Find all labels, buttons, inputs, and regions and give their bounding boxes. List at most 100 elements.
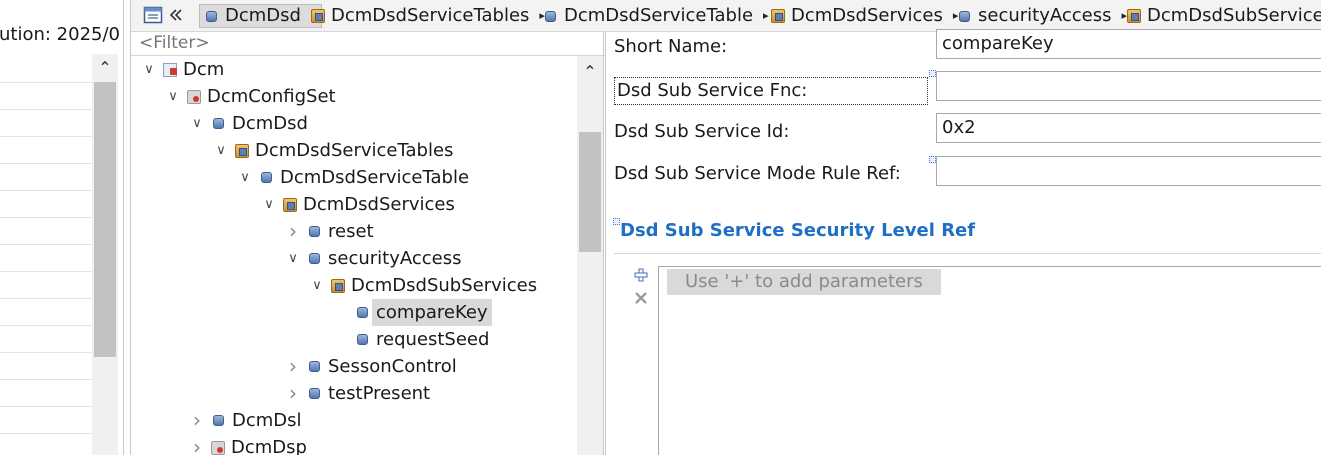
chevron-down-icon[interactable]: ∨ xyxy=(283,245,303,272)
tree-node[interactable]: ∨ DcmConfigSet xyxy=(163,83,336,110)
left-pane-row[interactable] xyxy=(0,110,92,137)
container-folder-icon xyxy=(1127,9,1141,23)
filter-bar xyxy=(131,30,605,56)
chevron-right-icon[interactable]: › xyxy=(283,218,303,245)
tree-node-label: DcmConfigSet xyxy=(207,86,336,107)
element-icon xyxy=(357,307,368,318)
scroll-thumb[interactable] xyxy=(94,82,116,357)
chevron-right-icon[interactable]: › xyxy=(283,353,303,380)
tree-node[interactable]: ∨ Dcm xyxy=(139,56,224,83)
chevron-right-icon[interactable]: › xyxy=(187,434,207,455)
breadcrumb-separator-icon[interactable]: ▸ xyxy=(763,4,769,28)
window-icon[interactable] xyxy=(143,5,163,25)
x-icon[interactable] xyxy=(634,291,648,305)
chevron-down-icon[interactable]: ∨ xyxy=(211,137,231,164)
breadcrumb-item[interactable]: DcmDsdSubServices xyxy=(1125,4,1321,28)
breadcrumb-label: DcmDsd xyxy=(225,5,301,26)
sub-service-fnc-label: Dsd Sub Service Fnc: xyxy=(614,77,928,105)
tree-node-label: SessonControl xyxy=(328,356,457,377)
tree-node[interactable]: › DcmDsl xyxy=(187,407,302,434)
double-chevron-left-icon[interactable] xyxy=(169,7,183,23)
tree-node[interactable]: › SessonControl xyxy=(283,353,457,380)
element-icon xyxy=(357,334,368,345)
tree-node-label: Dcm xyxy=(183,59,225,80)
security-level-ref-list[interactable]: Use '+' to add parameters xyxy=(658,266,1321,455)
tree-node[interactable]: ∨ DcmDsdSubServices xyxy=(307,272,537,299)
container-folder-icon xyxy=(311,9,325,23)
tree-node[interactable]: ∨ DcmDsdServiceTable xyxy=(235,164,469,191)
mode-rule-ref-label: Dsd Sub Service Mode Rule Ref: xyxy=(614,163,901,184)
mode-rule-ref-field[interactable] xyxy=(936,156,1321,186)
element-icon xyxy=(213,118,224,129)
element-icon xyxy=(206,10,217,22)
chevron-down-icon[interactable]: ∨ xyxy=(187,110,207,137)
tree-node[interactable]: › reset xyxy=(283,218,374,245)
plus-icon[interactable] xyxy=(634,268,648,282)
tree-scrollbar[interactable]: ⌃ xyxy=(577,56,603,455)
left-pane-row[interactable] xyxy=(0,245,92,272)
breadcrumb: DcmDsd▸DcmDsdServiceTables▸DcmDsdService… xyxy=(191,0,1321,32)
breadcrumb-item[interactable]: DcmDsdServiceTables ▸ xyxy=(309,4,545,28)
tree-node[interactable]: requestSeed xyxy=(331,326,489,353)
tree-node[interactable]: ∨ DcmDsd xyxy=(187,110,308,137)
sub-service-fnc-field[interactable] xyxy=(936,71,1321,101)
left-pane-row[interactable] xyxy=(0,218,92,245)
chevron-right-icon[interactable]: › xyxy=(187,407,207,434)
chevron-down-icon[interactable]: ∨ xyxy=(259,191,279,218)
chevron-down-icon[interactable]: ∨ xyxy=(139,56,159,83)
short-name-field[interactable]: compareKey xyxy=(936,29,1321,59)
left-pane-row[interactable] xyxy=(0,353,92,380)
breadcrumb-item[interactable]: DcmDsdServices ▸ xyxy=(769,4,958,28)
breadcrumb-item[interactable]: DcmDsdServiceTable ▸ xyxy=(543,4,769,28)
tree-node-label: DcmDsdServiceTable xyxy=(280,167,470,188)
module-icon xyxy=(163,62,177,77)
left-pane-header: ution: 2025/0 xyxy=(0,18,123,52)
left-pane-scrollbar[interactable]: ⌃ xyxy=(92,54,118,455)
tree-node-label: DcmDsp xyxy=(231,437,307,455)
tree-node[interactable]: compareKey xyxy=(331,299,492,326)
left-pane-row[interactable] xyxy=(0,326,92,353)
sub-service-id-label: Dsd Sub Service Id: xyxy=(614,121,790,142)
element-icon xyxy=(959,10,970,22)
breadcrumb-label: DcmDsdServiceTable xyxy=(564,5,754,26)
chevron-down-icon[interactable]: ∨ xyxy=(235,164,255,191)
left-pane-row[interactable] xyxy=(0,56,92,83)
chevron-down-icon[interactable]: ∨ xyxy=(307,272,327,299)
tree-node[interactable]: ∨ DcmDsdServiceTables xyxy=(211,137,453,164)
left-pane-row[interactable] xyxy=(0,407,92,434)
left-pane-row[interactable] xyxy=(0,164,92,191)
element-icon xyxy=(261,172,272,183)
left-pane-row[interactable] xyxy=(0,83,92,110)
scroll-thumb[interactable] xyxy=(579,132,601,252)
left-pane-row[interactable] xyxy=(0,137,92,164)
chevron-down-icon[interactable]: ∨ xyxy=(163,83,183,110)
scroll-up-icon[interactable]: ⌃ xyxy=(92,54,118,80)
scroll-up-icon[interactable]: ⌃ xyxy=(577,58,603,84)
sub-service-id-field[interactable]: 0x2 xyxy=(936,113,1321,143)
tree-node-label: DcmDsdServices xyxy=(303,194,455,215)
left-pane-row[interactable] xyxy=(0,299,92,326)
tree-node[interactable]: › DcmDsp xyxy=(187,434,307,455)
left-pane-row[interactable] xyxy=(0,434,92,455)
left-pane-row[interactable] xyxy=(0,380,92,407)
section-divider xyxy=(614,253,1321,254)
config-element-icon xyxy=(211,440,225,455)
tree-node[interactable]: ∨ securityAccess xyxy=(283,245,462,272)
tree-node[interactable]: › testPresent xyxy=(283,380,430,407)
chevron-right-icon[interactable]: › xyxy=(283,380,303,407)
breadcrumb-item[interactable]: DcmDsd▸ xyxy=(199,4,322,28)
tree-node-label: testPresent xyxy=(328,383,431,404)
tree-node-label: compareKey xyxy=(372,299,492,326)
left-pane-row[interactable] xyxy=(0,272,92,299)
filter-input[interactable] xyxy=(139,32,579,54)
tree-node[interactable]: ∨ DcmDsdServices xyxy=(259,191,455,218)
breadcrumb-item[interactable]: securityAccess ▸ xyxy=(957,4,1127,28)
container-folder-icon xyxy=(771,9,785,23)
tree-node-label: reset xyxy=(328,221,374,242)
left-pane: ution: 2025/0 ⌃ xyxy=(0,0,124,455)
element-icon xyxy=(545,10,556,22)
tree-node-label: securityAccess xyxy=(328,248,462,269)
tree-pane: ∨Dcm∨DcmConfigSet∨DcmDsd∨DcmDsdServiceTa… xyxy=(130,0,605,455)
element-icon xyxy=(309,253,320,264)
left-pane-row[interactable] xyxy=(0,191,92,218)
